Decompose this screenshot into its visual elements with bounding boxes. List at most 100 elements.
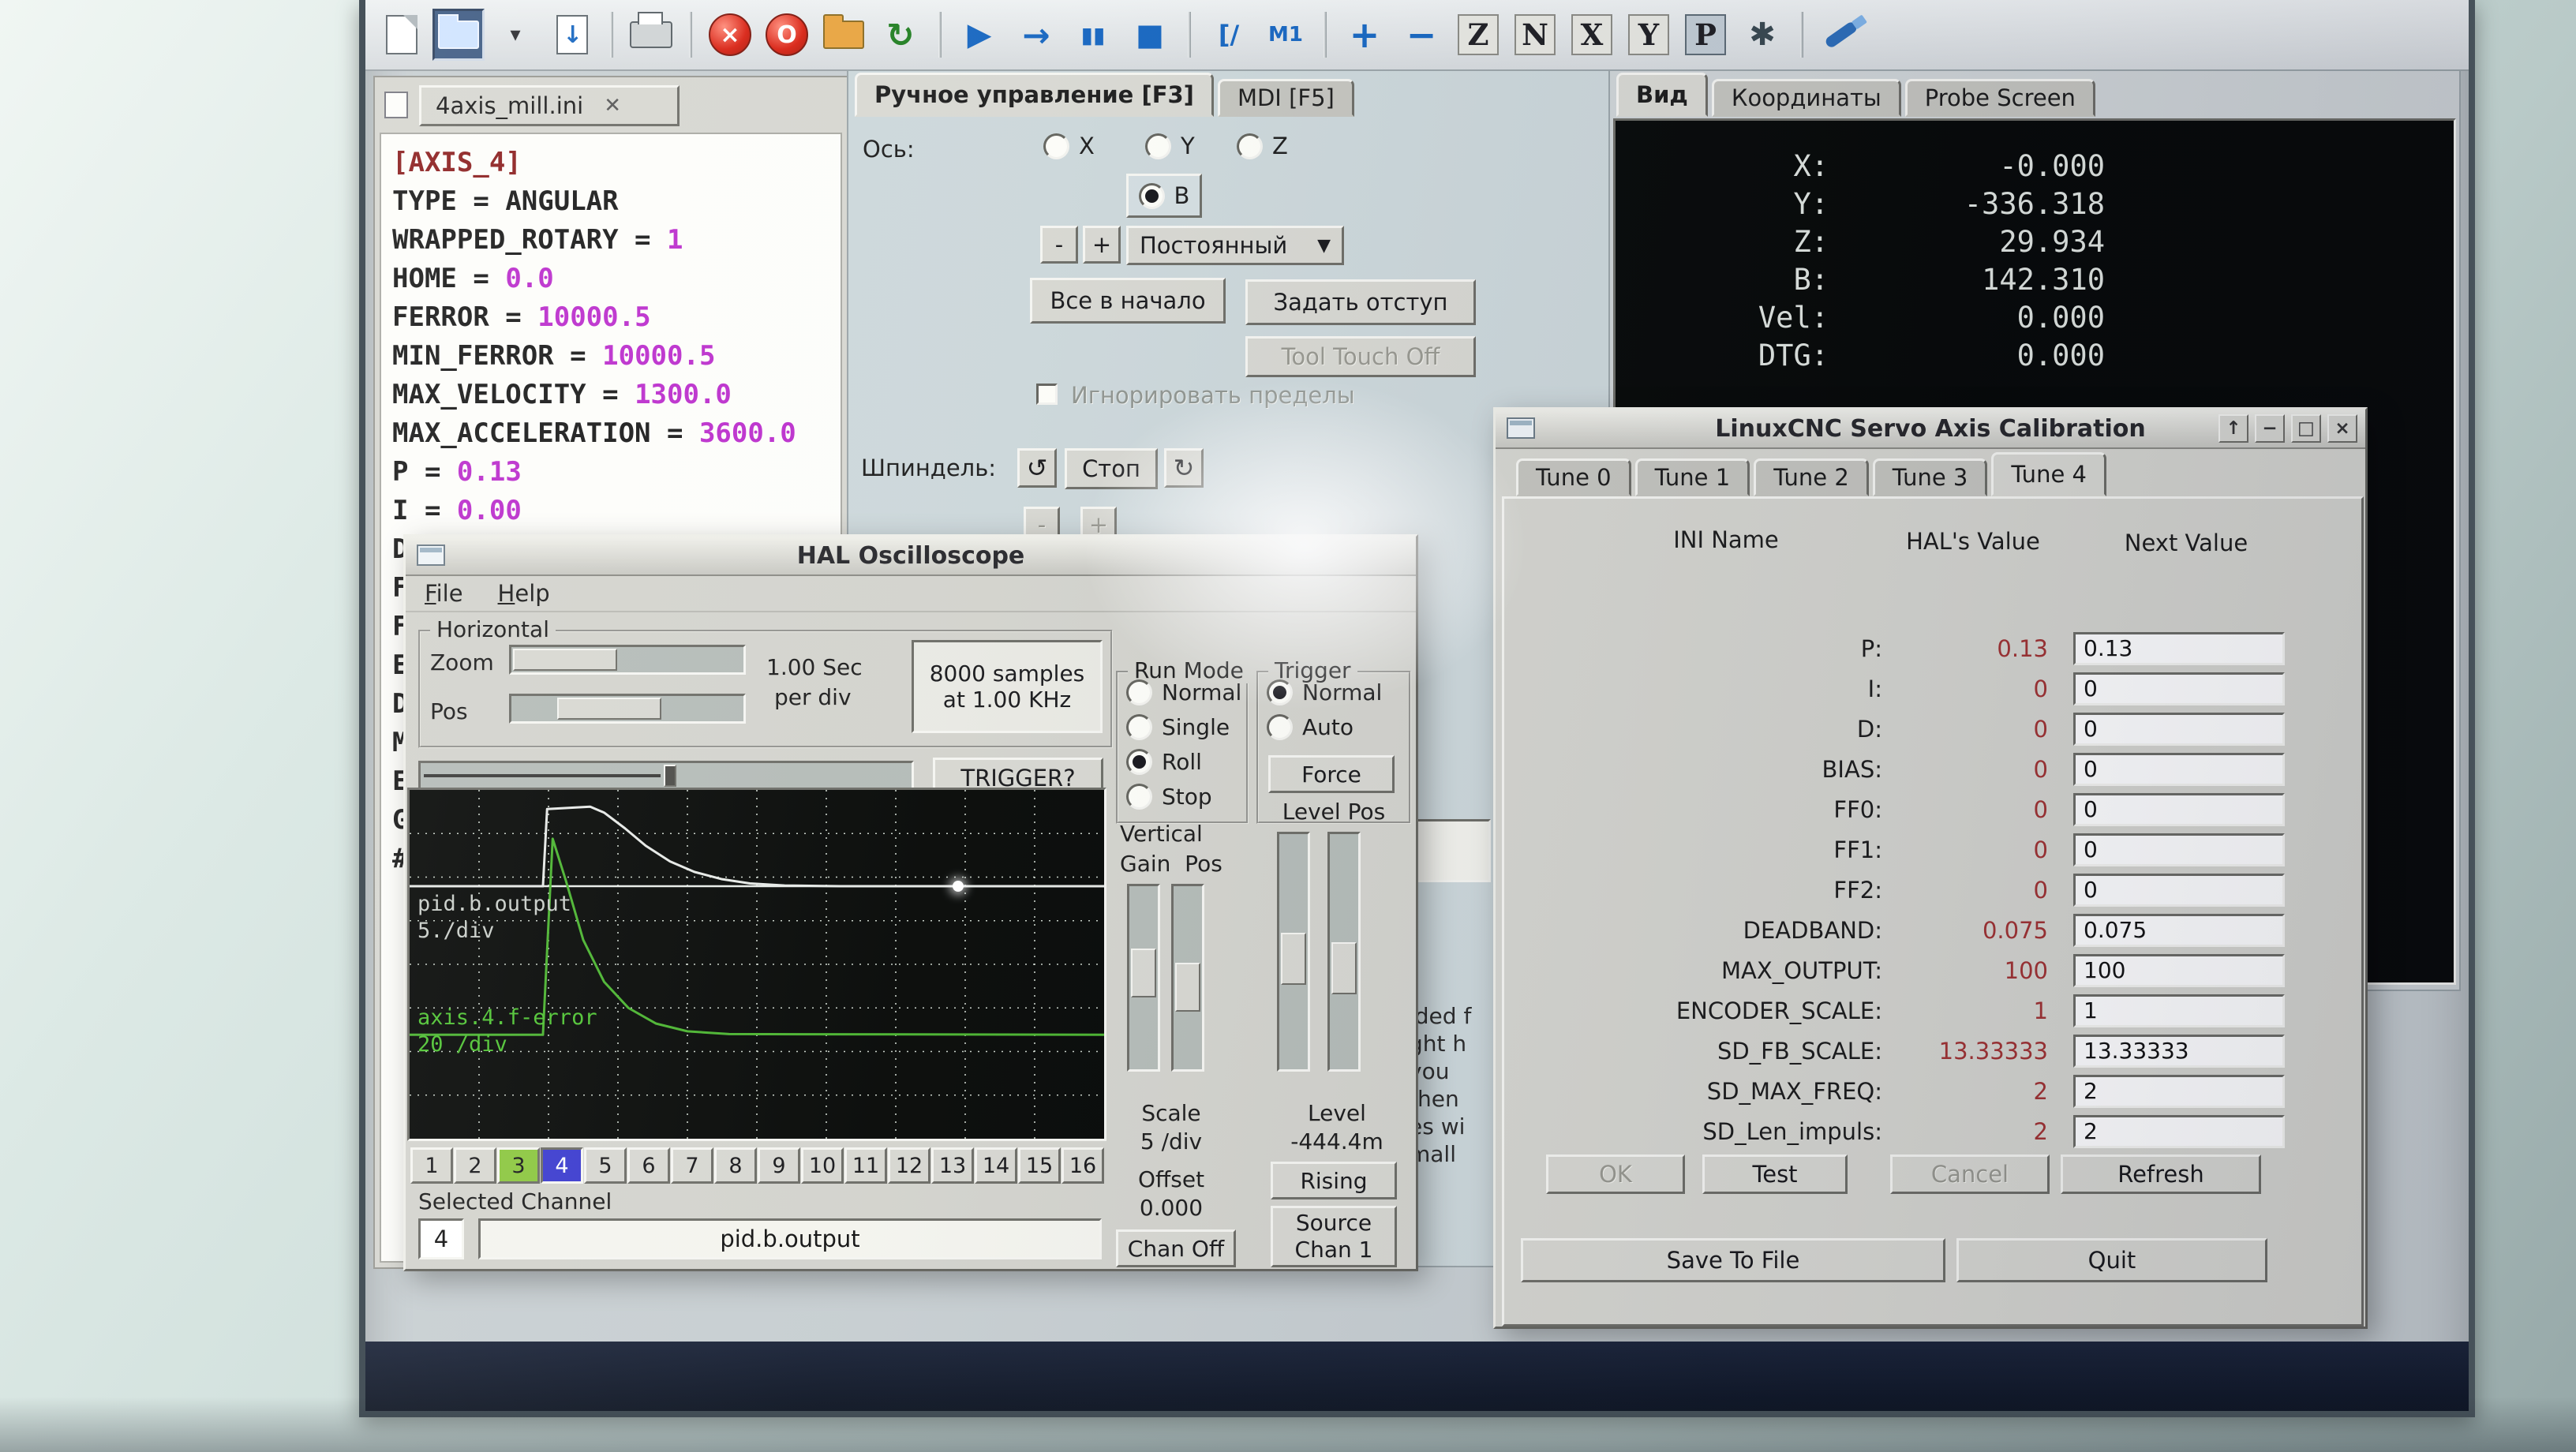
tab-mdi[interactable]: MDI [F5] (1218, 79, 1354, 117)
reload-button[interactable]: ↻ (874, 9, 927, 61)
channel-button-6[interactable]: 6 (627, 1147, 670, 1184)
axis-radio-b[interactable]: B (1139, 182, 1190, 209)
editor-tab[interactable]: 4axis_mill.ini (419, 85, 680, 126)
menu-help[interactable]: Help (498, 580, 550, 607)
axis-radio-z[interactable]: Z (1237, 133, 1288, 159)
jog-plus-button[interactable]: + (1083, 226, 1121, 264)
axis-n-button[interactable]: N (1509, 9, 1561, 61)
axis-radio-y[interactable]: Y (1145, 133, 1195, 159)
tab-tune-3[interactable]: Tune 3 (1873, 458, 1988, 496)
open-dropdown-button[interactable]: ▾ (489, 9, 541, 61)
step-button[interactable]: → (1010, 9, 1062, 61)
next-value-input[interactable]: 2 (2073, 1115, 2285, 1148)
trigger-edge-button[interactable]: Rising (1271, 1162, 1397, 1199)
ok-button[interactable]: OK (1546, 1154, 1685, 1194)
next-value-input[interactable]: 0.13 (2073, 632, 2285, 665)
next-value-input[interactable]: 2 (2073, 1075, 2285, 1108)
open-gcode-button[interactable] (818, 9, 870, 61)
touch-off-button[interactable]: Задать отступ (1245, 279, 1476, 325)
time-position-slider[interactable] (418, 761, 914, 791)
tab-preview[interactable]: Вид (1616, 73, 1708, 117)
channel-button-5[interactable]: 5 (584, 1147, 627, 1184)
tab-probe-screen[interactable]: Probe Screen (1905, 79, 2095, 117)
vertical-gain-slider[interactable] (1127, 884, 1160, 1072)
next-value-input[interactable]: 0 (2073, 874, 2285, 907)
save-file-button[interactable] (546, 9, 598, 61)
spindle-cw-button[interactable]: ↻ (1164, 448, 1204, 488)
channel-button-11[interactable]: 11 (844, 1147, 887, 1184)
quit-button[interactable]: Quit (1956, 1238, 2267, 1282)
zoom-in-button[interactable]: + (1339, 9, 1391, 61)
pause-button[interactable]: ▮▮ (1067, 9, 1119, 61)
vertical-gain-handle[interactable] (1131, 949, 1156, 997)
channel-button-16[interactable]: 16 (1061, 1147, 1104, 1184)
trigger-pos-handle[interactable] (1331, 942, 1357, 994)
calibration-titlebar[interactable]: LinuxCNC Servo Axis Calibration ↑ − □ × (1496, 410, 2365, 449)
channel-button-4[interactable]: 4 (541, 1147, 583, 1184)
home-all-button[interactable]: Все в начало (1030, 278, 1226, 324)
shade-window-icon[interactable]: ↑ (2218, 414, 2248, 443)
test-button[interactable]: Test (1702, 1154, 1848, 1194)
run-mode-normal[interactable]: Normal (1126, 679, 1241, 705)
trigger-auto[interactable]: Auto (1267, 714, 1354, 740)
channel-button-8[interactable]: 8 (714, 1147, 757, 1184)
axis-y-button[interactable]: Y (1623, 9, 1675, 61)
axis-radio-x[interactable]: X (1043, 133, 1095, 159)
trigger-normal[interactable]: Normal (1267, 679, 1382, 705)
axis-p-button[interactable]: P (1679, 9, 1732, 61)
close-icon[interactable]: × (2327, 414, 2357, 443)
run-mode-stop[interactable]: Stop (1126, 784, 1212, 810)
estop-button[interactable]: × (704, 9, 756, 61)
channel-button-15[interactable]: 15 (1018, 1147, 1061, 1184)
next-value-input[interactable]: 0 (2073, 713, 2285, 746)
tab-tune-2[interactable]: Tune 2 (1754, 458, 1869, 496)
refresh-button[interactable]: Refresh (2061, 1154, 2261, 1194)
trigger-level-slider[interactable] (1277, 832, 1310, 1072)
tool-splash-button[interactable]: ✱ (1736, 9, 1788, 61)
axis-x-button[interactable]: X (1566, 9, 1618, 61)
menu-file[interactable]: File (425, 580, 463, 607)
trigger-source-button[interactable]: Source Chan 1 (1271, 1206, 1397, 1267)
minimize-icon[interactable]: − (2255, 414, 2285, 443)
zoom-out-button[interactable]: − (1395, 9, 1447, 61)
trigger-force-button[interactable]: Force (1268, 755, 1395, 793)
next-value-input[interactable]: 0 (2073, 793, 2285, 826)
trigger-pos-slider[interactable] (1327, 832, 1361, 1072)
close-tab-icon[interactable] (601, 94, 624, 118)
ignore-limits-checkbox[interactable] (1036, 384, 1058, 405)
zoom-slider-handle[interactable] (513, 649, 617, 671)
tab-tune-0[interactable]: Tune 0 (1516, 458, 1631, 496)
next-value-input[interactable]: 0 (2073, 753, 2285, 786)
scope-titlebar[interactable]: HAL Oscilloscope (406, 537, 1416, 576)
channel-button-2[interactable]: 2 (454, 1147, 496, 1184)
axis-z-button[interactable]: Z (1452, 9, 1504, 61)
channel-button-14[interactable]: 14 (975, 1147, 1017, 1184)
tab-dro[interactable]: Координаты (1712, 79, 1901, 117)
maximize-icon[interactable]: □ (2291, 414, 2321, 443)
selected-channel-name-field[interactable]: pid.b.output (478, 1218, 1102, 1259)
run-button[interactable]: ▶ (953, 9, 1005, 61)
skip-lines-button[interactable]: [/ (1203, 9, 1255, 61)
pos-slider[interactable] (509, 694, 746, 724)
chan-off-button[interactable]: Chan Off (1116, 1229, 1236, 1267)
time-position-handle[interactable] (664, 765, 676, 787)
tool-touch-off-button[interactable]: Tool Touch Off (1245, 336, 1476, 377)
channel-button-13[interactable]: 13 (931, 1147, 974, 1184)
channel-button-3[interactable]: 3 (497, 1147, 540, 1184)
vertical-pos-slider[interactable] (1171, 884, 1204, 1072)
machine-power-button[interactable]: O (761, 9, 813, 61)
vertical-pos-handle[interactable] (1175, 963, 1200, 1012)
cancel-button[interactable]: Cancel (1890, 1154, 2050, 1194)
stop-button[interactable]: ■ (1124, 9, 1176, 61)
run-mode-single[interactable]: Single (1126, 714, 1230, 740)
new-file-button[interactable] (376, 9, 428, 61)
run-mode-roll[interactable]: Roll (1126, 749, 1202, 775)
tab-tune-1[interactable]: Tune 1 (1635, 458, 1750, 496)
spindle-stop-button[interactable]: Стоп (1065, 448, 1158, 489)
next-value-input[interactable]: 0.075 (2073, 914, 2285, 947)
channel-button-9[interactable]: 9 (758, 1147, 800, 1184)
channel-button-12[interactable]: 12 (888, 1147, 930, 1184)
jog-minus-button[interactable]: - (1040, 226, 1078, 264)
save-to-file-button[interactable]: Save To File (1521, 1238, 1945, 1282)
channel-button-10[interactable]: 10 (801, 1147, 844, 1184)
